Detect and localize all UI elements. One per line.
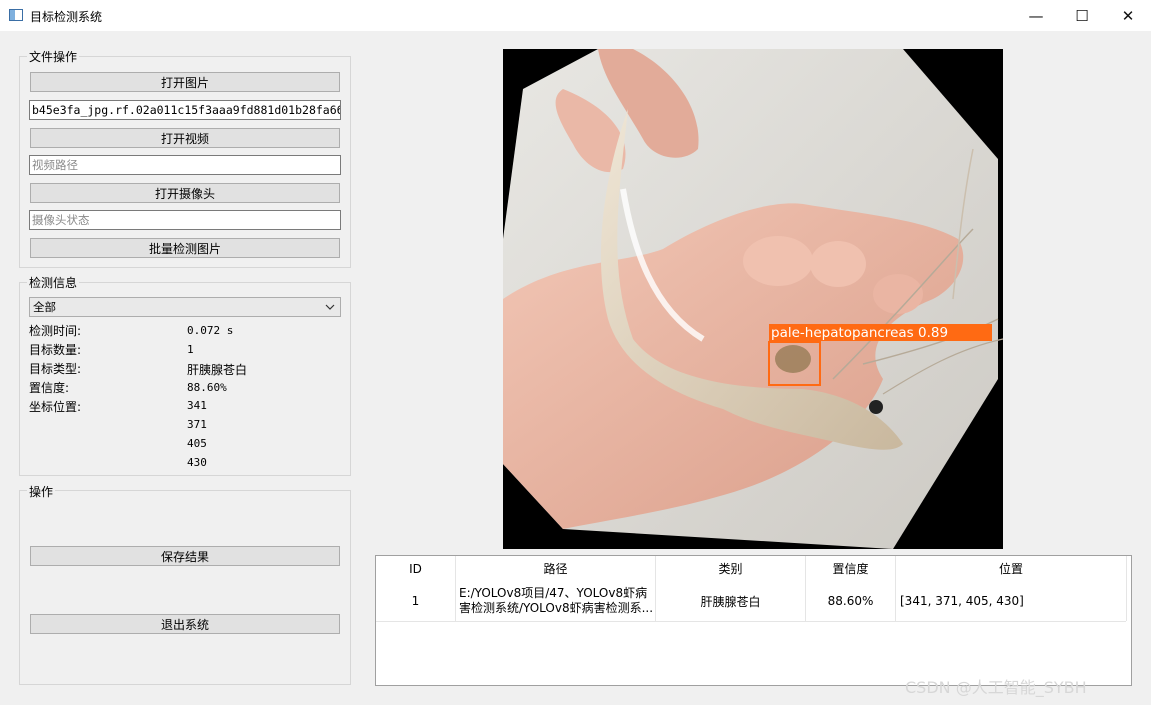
image-path-input[interactable]: b45e3fa_jpg.rf.02a011c15f3aaa9fd881d01b2… xyxy=(29,100,341,120)
header-confidence[interactable]: 置信度 xyxy=(806,556,896,581)
maximize-button[interactable]: ☐ xyxy=(1059,0,1105,31)
camera-status-input[interactable]: 摄像头状态 xyxy=(29,210,341,230)
shrimp-photo: pale-hepatopancreas 0.89 xyxy=(503,49,1003,549)
video-path-input[interactable]: 视频路径 xyxy=(29,155,341,175)
header-class[interactable]: 类别 xyxy=(656,556,806,581)
detect-time-value: 0.072 s xyxy=(187,324,234,337)
target-count-value: 1 xyxy=(187,343,194,356)
header-position[interactable]: 位置 xyxy=(896,556,1126,581)
row-divider xyxy=(376,621,1126,622)
position-label: 坐标位置: xyxy=(29,400,82,414)
cell-class[interactable]: 肝胰腺苍白 xyxy=(656,581,806,621)
detect-info-title: 检测信息 xyxy=(27,274,80,291)
save-result-button[interactable]: 保存结果 xyxy=(30,546,340,566)
position-ymax: 430 xyxy=(187,456,207,469)
target-count-label: 目标数量: xyxy=(29,343,82,357)
cell-path[interactable]: E:/YOLOv8项目/47、YOLOv8虾病 害检测系统/YOLOv8虾病害检… xyxy=(456,581,656,621)
header-path[interactable]: 路径 xyxy=(456,556,656,581)
ops-title: 操作 xyxy=(27,483,56,500)
position-xmin: 341 xyxy=(187,399,207,412)
detection-label: pale-hepatopancreas 0.89 xyxy=(771,325,948,341)
exit-system-button[interactable]: 退出系统 xyxy=(30,614,340,634)
open-camera-button[interactable]: 打开摄像头 xyxy=(30,183,340,203)
header-id[interactable]: ID xyxy=(376,556,456,581)
detection-image: pale-hepatopancreas 0.89 xyxy=(503,49,1003,549)
minimize-button[interactable]: — xyxy=(1013,0,1059,31)
cell-path-line1: E:/YOLOv8项目/47、YOLOv8虾病 xyxy=(459,586,648,600)
cell-id[interactable]: 1 xyxy=(376,581,456,621)
position-xmax: 405 xyxy=(187,437,207,450)
confidence-label: 置信度: xyxy=(29,381,70,395)
position-ymin: 371 xyxy=(187,418,207,431)
ops-group xyxy=(19,490,351,685)
cell-confidence[interactable]: 88.60% xyxy=(806,581,896,621)
cell-position[interactable]: [341, 371, 405, 430] xyxy=(896,581,1126,621)
results-table[interactable]: ID 路径 类别 置信度 位置 1 E:/YOLOv8项目/47、YOLOv8虾… xyxy=(375,555,1132,686)
chevron-down-icon xyxy=(325,304,335,310)
target-type-label: 目标类型: xyxy=(29,362,82,376)
table-edge xyxy=(1126,556,1127,621)
open-video-button[interactable]: 打开视频 xyxy=(30,128,340,148)
close-button[interactable]: ✕ xyxy=(1105,0,1151,31)
cell-path-line2: 害检测系统/YOLOv8虾病害检测系... xyxy=(459,601,654,615)
target-type-value: 肝胰腺苍白 xyxy=(187,363,248,377)
class-filter-select[interactable]: 全部 xyxy=(29,297,341,317)
watermark: CSDN @人工智能_SYBH xyxy=(905,678,1087,697)
window-title: 目标检测系统 xyxy=(30,10,103,24)
app-icon xyxy=(9,9,23,21)
confidence-value: 88.60% xyxy=(187,381,227,394)
title-bar: 目标检测系统 — ☐ ✕ xyxy=(0,0,1151,31)
open-image-button[interactable]: 打开图片 xyxy=(30,72,340,92)
batch-detect-button[interactable]: 批量检测图片 xyxy=(30,238,340,258)
file-ops-title: 文件操作 xyxy=(27,48,80,65)
class-filter-value: 全部 xyxy=(33,300,56,314)
detect-time-label: 检测时间: xyxy=(29,324,82,338)
